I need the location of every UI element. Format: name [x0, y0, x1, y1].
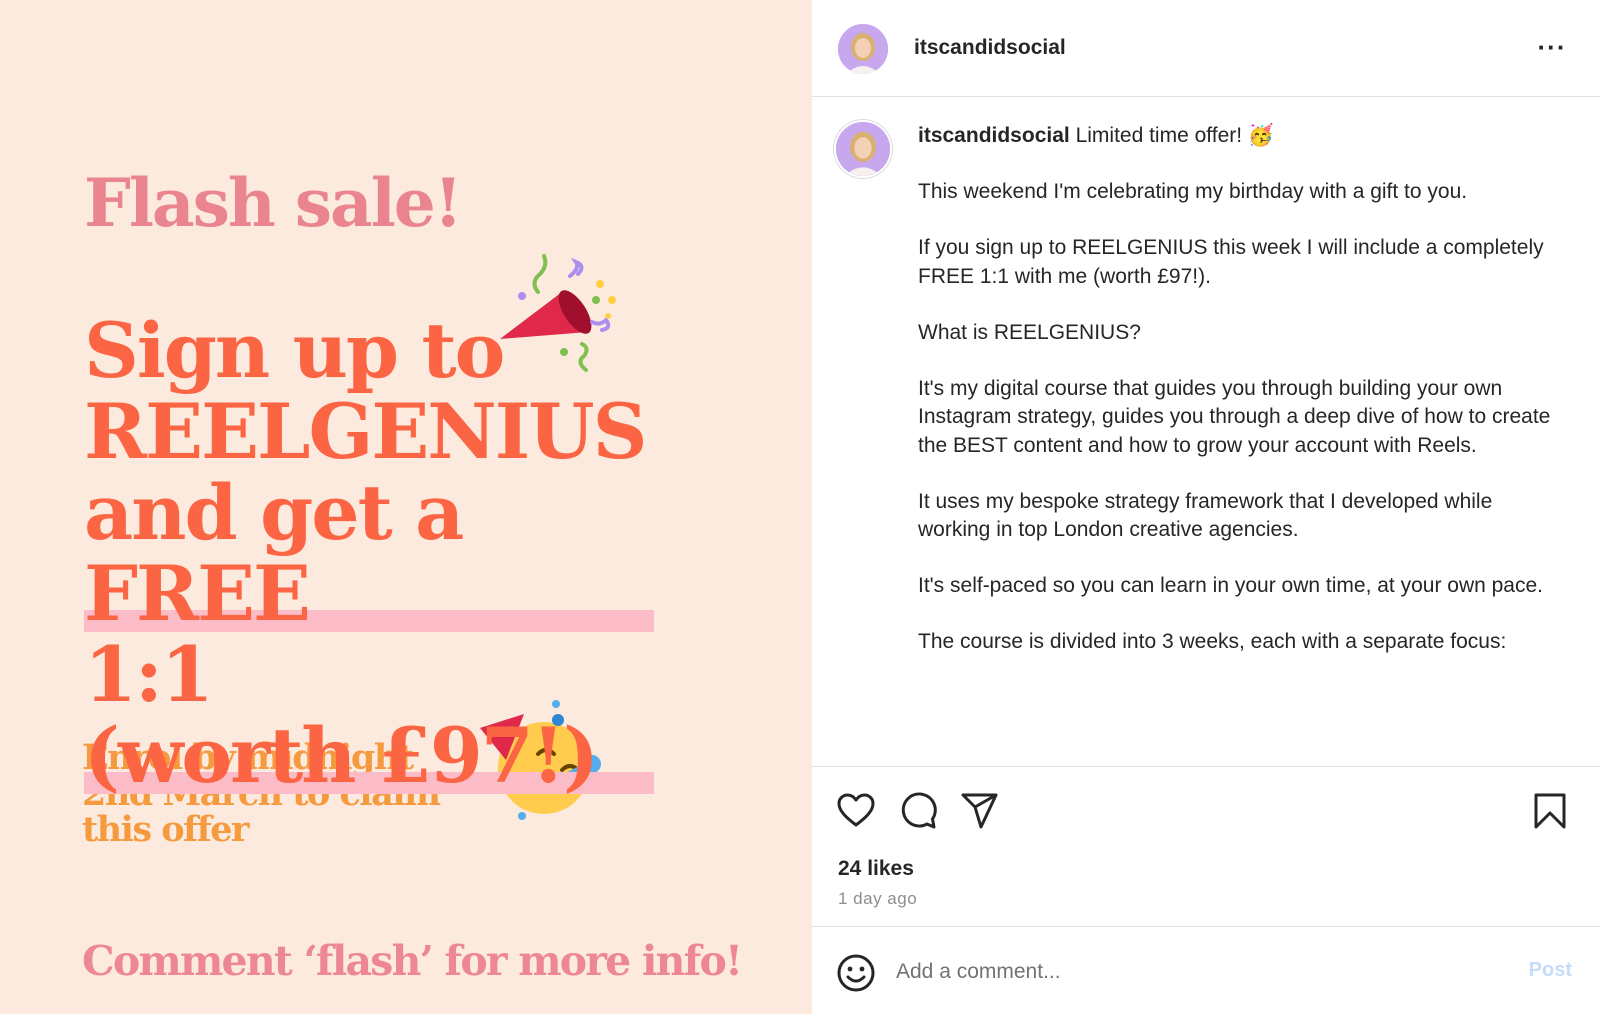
caption-paragraph: What is REELGENIUS?: [918, 320, 1141, 344]
enrol-line: this offer: [82, 809, 249, 850]
more-options-button[interactable]: ···: [1532, 34, 1572, 64]
headline-line-free: FREE 1:1: [84, 553, 654, 715]
headline-line: REELGENIUS: [84, 387, 647, 476]
profile-photo-icon: [838, 24, 888, 74]
flash-sale-title: Flash sale!: [84, 164, 463, 242]
post-image: Flash sale! Sign up to REELGENIUS and ge…: [0, 0, 812, 1014]
profile-photo-icon: [836, 122, 890, 176]
post-header: itscandidsocial ···: [812, 0, 1600, 97]
comment-input[interactable]: [896, 947, 1496, 997]
profile-username-link[interactable]: itscandidsocial: [914, 36, 1066, 60]
highlighted-text: FREE: [84, 553, 654, 634]
highlighted-text: (worth £97!): [84, 715, 654, 796]
caption-paragraph: The course is divided into 3 weeks, each…: [918, 630, 1507, 653]
comment-icon[interactable]: [898, 791, 938, 831]
post-comment-button[interactable]: Post: [1512, 959, 1572, 982]
caption-scroll-area[interactable]: itscandidsocial Limited time offer! 🥳 Th…: [812, 98, 1600, 766]
caption-username-link[interactable]: itscandidsocial: [918, 124, 1070, 147]
comment-call-to-action: Comment ‘flash’ for more info!: [82, 937, 743, 985]
post-side-panel: itscandidsocial ··· itscandidsocial Limi…: [812, 0, 1600, 1014]
post-caption: itscandidsocial Limited time offer! 🥳 Th…: [918, 122, 1558, 684]
share-icon[interactable]: [960, 791, 1000, 831]
caption-paragraph: This weekend I'm celebrating my birthday…: [918, 180, 1468, 203]
heart-icon[interactable]: [836, 791, 876, 831]
avatar[interactable]: [834, 120, 892, 178]
avatar[interactable]: [838, 24, 888, 74]
post-actions: 24 likes 1 day ago: [812, 766, 1600, 926]
bookmark-icon[interactable]: [1530, 791, 1570, 831]
caption-paragraph: It's self-paced so you can learn in your…: [918, 574, 1543, 597]
emoji-icon[interactable]: [836, 953, 876, 993]
headline-fragment: 1:1: [84, 630, 214, 719]
headline-line: and get a: [84, 468, 464, 557]
caption-paragraph: It uses my bespoke strategy framework th…: [918, 489, 1493, 542]
caption-first-line: itscandidsocial Limited time offer! 🥳: [918, 122, 1558, 151]
party-popper-icon: [500, 254, 616, 372]
comment-bar: Post: [812, 926, 1600, 1014]
headline-line-worth: (worth £97!): [84, 715, 654, 796]
likes-count[interactable]: 24 likes: [838, 857, 914, 881]
caption-paragraph: It's my digital course that guides you t…: [918, 376, 1551, 457]
caption-text: Limited time offer! 🥳: [1075, 124, 1275, 147]
post-timestamp: 1 day ago: [838, 889, 918, 908]
caption-paragraph: If you sign up to REELGENIUS this week I…: [918, 236, 1544, 288]
offer-headline: Sign up to REELGENIUS and get a FREE 1:1…: [84, 310, 654, 796]
